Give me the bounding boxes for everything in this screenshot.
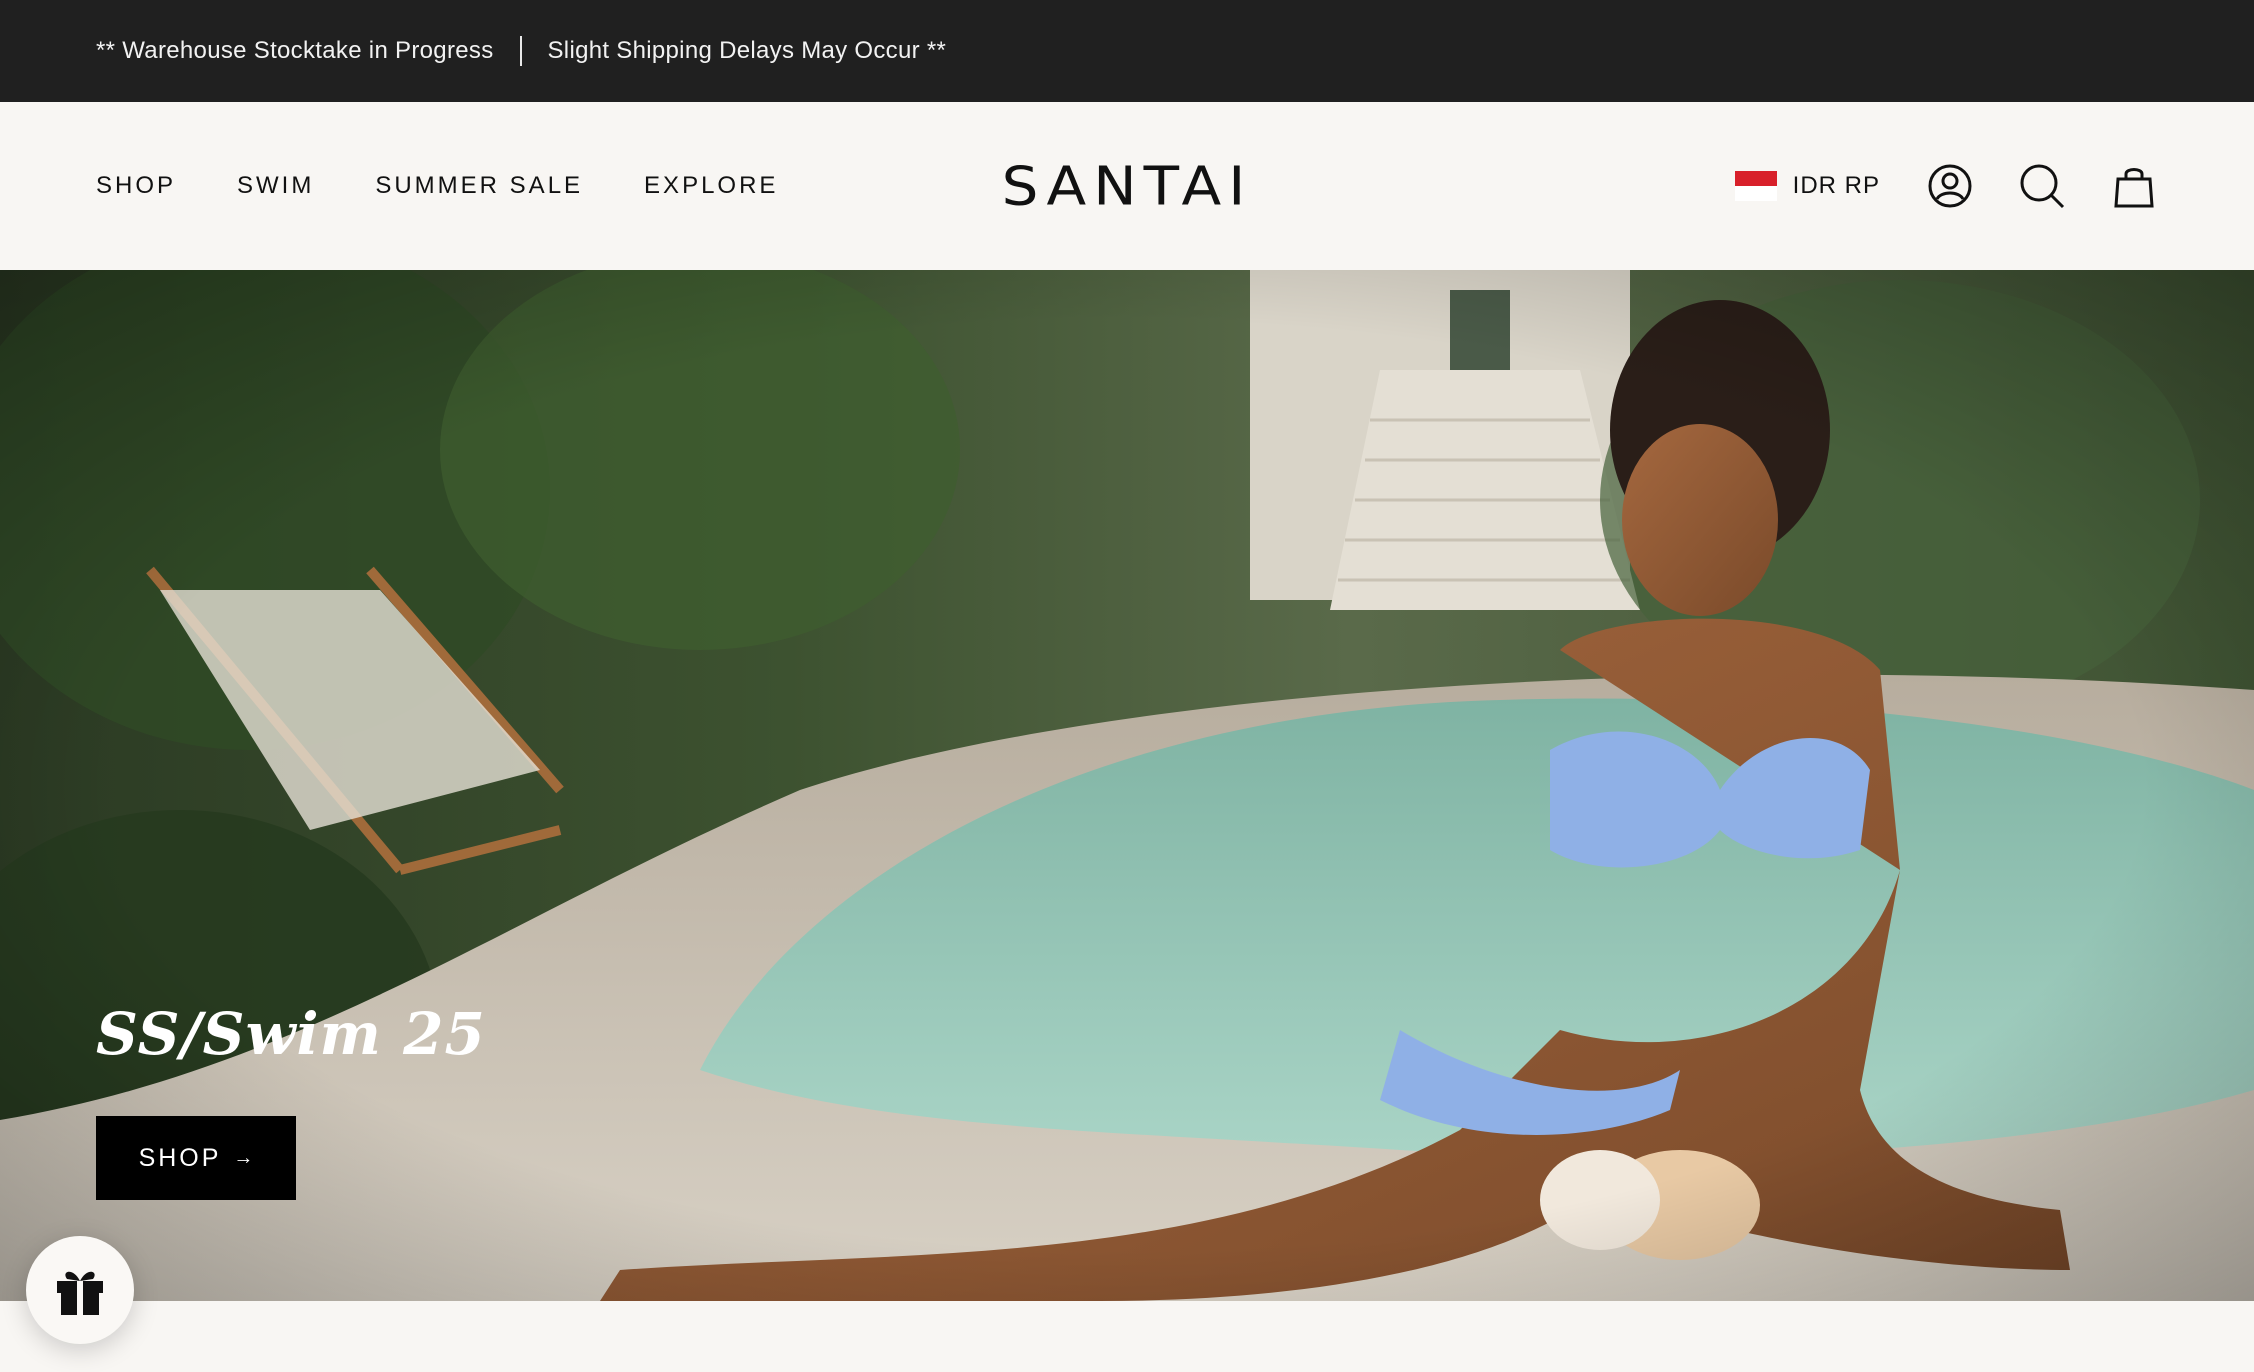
search-icon[interactable] — [2018, 162, 2066, 210]
indonesia-flag-icon — [1734, 171, 1777, 201]
account-icon[interactable] — [1926, 162, 1974, 210]
site-logo[interactable]: SANTAI — [960, 102, 1294, 270]
announcement-right: Slight Shipping Delays May Occur ** — [547, 37, 947, 64]
announcement-left: ** Warehouse Stocktake in Progress — [96, 37, 494, 64]
hero-image — [0, 270, 2254, 1301]
site-header: SHOP SWIM SUMMER SALE EXPLORE SANTAI IDR… — [0, 102, 2254, 270]
nav-shop[interactable]: SHOP — [96, 172, 176, 200]
currency-label: IDR RP — [1792, 172, 1880, 199]
nav-summer-sale[interactable]: SUMMER SALE — [375, 172, 583, 200]
logo-text: SANTAI — [1001, 154, 1253, 218]
hero-shop-label: SHOP — [138, 1143, 222, 1172]
page-content-start — [0, 1301, 2254, 1372]
currency-selector[interactable]: IDR RP — [1734, 171, 1880, 201]
hero-title: SS/Swim 25 — [96, 1000, 486, 1068]
hero-banner: SS/Swim 25 SHOP → — [0, 270, 2254, 1301]
hero-shop-button[interactable]: SHOP → — [96, 1116, 296, 1200]
nav-swim[interactable]: SWIM — [237, 172, 314, 200]
announcement-divider — [519, 36, 522, 66]
cart-icon[interactable] — [2110, 162, 2158, 210]
nav-explore[interactable]: EXPLORE — [644, 172, 778, 200]
gift-icon[interactable] — [26, 1236, 134, 1344]
main-nav: SHOP SWIM SUMMER SALE EXPLORE — [96, 102, 778, 270]
arrow-right-icon: → — [233, 1146, 254, 1169]
header-tools: IDR RP — [1734, 102, 2158, 270]
announcement-bar: ** Warehouse Stocktake in Progress Sligh… — [0, 0, 2254, 102]
